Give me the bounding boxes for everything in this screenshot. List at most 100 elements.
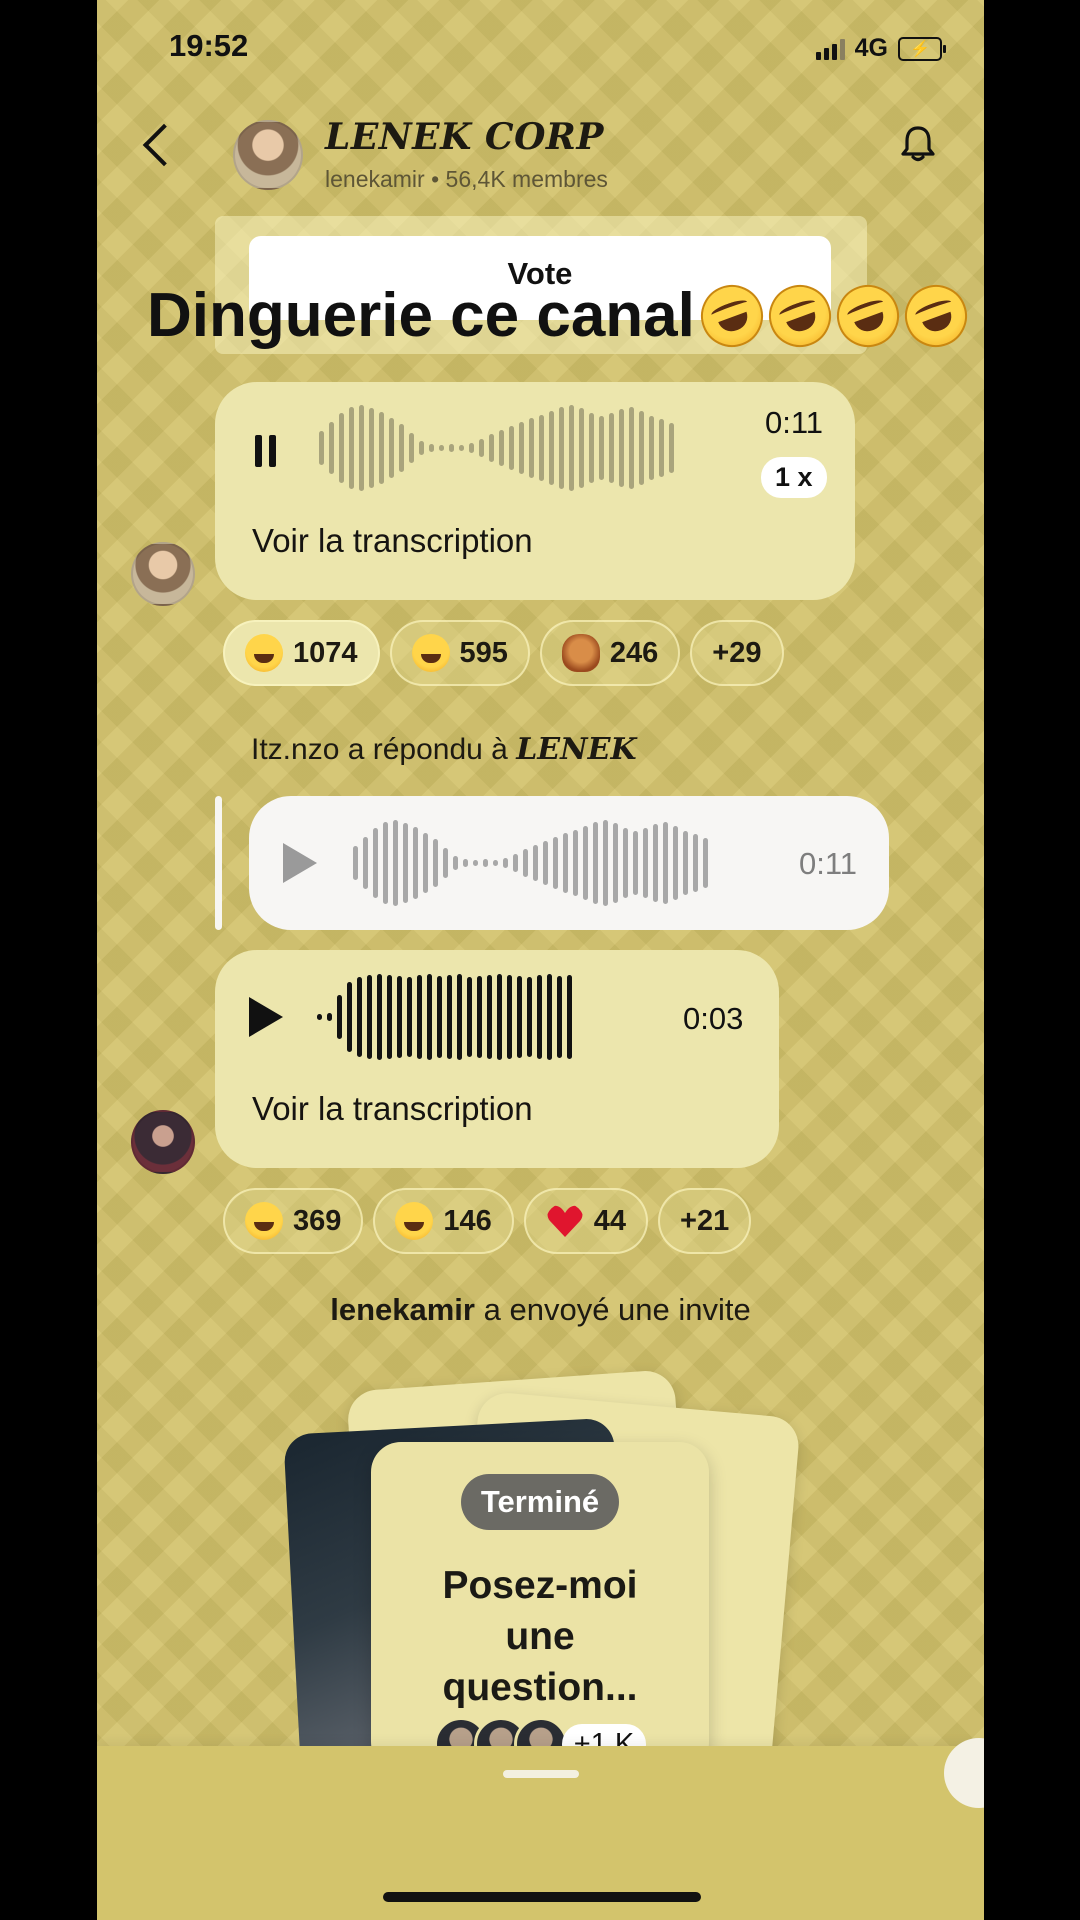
reaction-count: +21 (680, 1204, 730, 1237)
play-icon[interactable] (283, 843, 317, 883)
waveform-bar (553, 837, 558, 889)
waveform-bar (463, 859, 468, 867)
transcript-link[interactable]: Voir la transcription (252, 1090, 533, 1128)
waveform-bar (467, 977, 472, 1057)
waveform-bar (483, 859, 488, 867)
channel-title[interactable]: LENEK CORP (325, 116, 604, 158)
reaction-joy[interactable]: 1074 (223, 620, 380, 686)
waveform-bar (567, 975, 572, 1059)
voice-duration: 0:11 (765, 405, 824, 440)
bell-icon[interactable] (900, 124, 936, 162)
reaction-bar: 369 146 44 +21 (223, 1188, 752, 1254)
caption-text: Dinguerie ce canal (147, 281, 695, 350)
waveform-bar (599, 416, 604, 480)
waveform-bar (583, 826, 588, 900)
waveform-bar (517, 976, 522, 1058)
waveform-bar (703, 838, 708, 888)
transcript-link[interactable]: Voir la transcription (252, 522, 533, 560)
waveform-bar (469, 443, 474, 453)
rofl-emoji-icon (411, 634, 450, 672)
waveform-bar (683, 831, 688, 895)
waveform-bar (387, 975, 392, 1059)
waveform-bar (443, 848, 448, 878)
reaction-more[interactable]: +21 (658, 1188, 752, 1254)
reaction-count: 595 (459, 636, 508, 669)
waveform-bar (639, 411, 644, 485)
back-icon[interactable] (142, 123, 186, 167)
waveform[interactable] (319, 400, 674, 496)
reaction-bar: 1074 595 246 +29 (223, 620, 784, 686)
signal-icon (815, 38, 845, 60)
waveform-bar (619, 409, 624, 487)
waveform-bar (419, 441, 424, 455)
reaction-orangutan[interactable]: 246 (539, 620, 681, 686)
reaction-rofl[interactable]: 595 (389, 620, 530, 686)
waveform-bar (447, 975, 452, 1059)
waveform-bar (407, 977, 412, 1057)
waveform-bar (383, 822, 388, 904)
reaction-more[interactable]: +29 (690, 620, 784, 686)
playback-speed-button[interactable]: 1 x (761, 457, 827, 498)
waveform-bar (337, 995, 342, 1039)
invite-text: a envoyé une invite (483, 1292, 751, 1327)
channel-avatar[interactable] (233, 120, 303, 190)
quoted-duration: 0:11 (799, 846, 858, 881)
waveform-bar (349, 407, 354, 489)
waveform-bar (589, 413, 594, 483)
waveform-bar (379, 412, 384, 484)
waveform-bar (409, 433, 414, 463)
sheet-handle[interactable] (503, 1770, 579, 1778)
reaction-count: 146 (443, 1204, 492, 1237)
waveform-bar (569, 405, 574, 491)
reply-label: Itz.nzo a répondu à LENEK (251, 732, 637, 767)
waveform-bar (613, 823, 618, 903)
network-label: 4G (854, 34, 888, 62)
joy-emoji-icon (245, 634, 283, 672)
status-time: 19:52 (169, 28, 249, 63)
sender-avatar[interactable] (131, 1110, 195, 1174)
waveform-bar (559, 407, 564, 489)
waveform-bar (399, 424, 404, 472)
reaction-rofl[interactable]: 146 (373, 1188, 514, 1254)
waveform-bar (397, 976, 402, 1058)
voice-duration: 0:03 (683, 1001, 744, 1036)
waveform-bar (497, 974, 502, 1060)
reply-prefix: Itz.nzo a répondu à (251, 733, 508, 766)
waveform-bar (593, 822, 598, 904)
waveform-bar (487, 975, 492, 1059)
app-screen: 19:52 4G ⚡ LENEK CORP lenekamir • 56,4K … (97, 0, 984, 1920)
waveform-bar (457, 974, 462, 1060)
waveform-bar (489, 434, 494, 462)
waveform-bar (573, 830, 578, 896)
waveform-bar (339, 413, 344, 483)
reaction-joy[interactable]: 369 (223, 1188, 364, 1254)
waveform-bar (433, 839, 438, 887)
waveform-bar (439, 445, 444, 451)
waveform-bar (377, 974, 382, 1060)
waveform-bar (557, 976, 562, 1058)
reaction-count: +29 (712, 636, 762, 669)
invite-sender[interactable]: lenekamir (330, 1292, 475, 1327)
video-caption: Dinguerie ce canal (147, 275, 976, 356)
reaction-heart[interactable]: 44 (523, 1188, 649, 1254)
waveform-bar (449, 444, 454, 452)
waveform-bar (519, 422, 524, 474)
waveform-bar (417, 975, 422, 1059)
waveform-bar (509, 426, 514, 470)
orangutan-emoji-icon (561, 634, 600, 672)
waveform-bar (503, 858, 508, 868)
pause-icon[interactable] (255, 435, 276, 467)
waveform-bar (529, 418, 534, 478)
play-icon[interactable] (249, 997, 283, 1037)
status-badge: Terminé (460, 1474, 620, 1530)
waveform-bar (513, 854, 518, 872)
waveform-bar (459, 445, 464, 451)
invite-card[interactable]: Terminé Posez-moi une question... +1 K (371, 1442, 709, 1772)
sender-avatar[interactable] (131, 542, 195, 606)
rofl-emoji-icon (828, 275, 908, 356)
reply-target[interactable]: LENEK (516, 732, 636, 767)
reaction-count: 246 (609, 636, 659, 669)
invite-notice: lenekamir a envoyé une invite (97, 1292, 984, 1328)
waveform-bar (479, 439, 484, 457)
waveform[interactable] (317, 969, 572, 1065)
